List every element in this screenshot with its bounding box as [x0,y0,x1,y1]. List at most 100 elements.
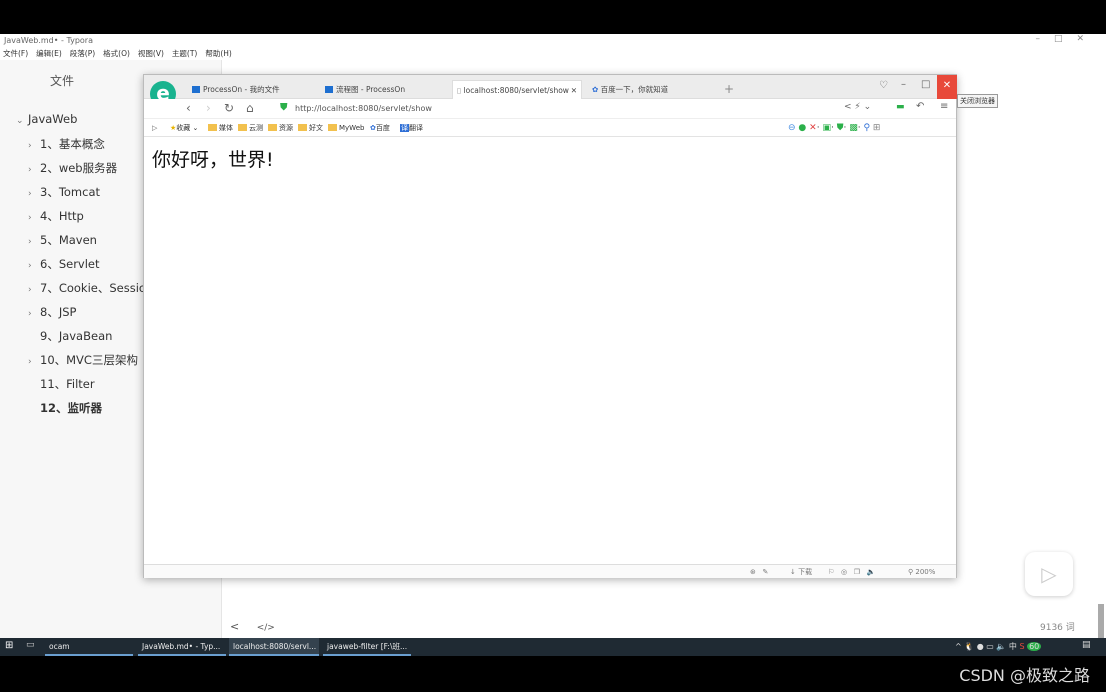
windows-start-icon[interactable]: ⊞ [5,640,13,651]
outline-root[interactable]: ⌄ JavaWeb [16,112,77,126]
outline-label: 2、web服务器 [40,161,118,175]
source-mode-button[interactable]: </> [257,623,275,633]
bookmark-folder[interactable]: 资源 [268,119,293,137]
outline-label: 8、JSP [40,305,77,319]
status-misc-icons[interactable]: ⚐ ◎ ❐ 🔈 [828,565,875,579]
watermark: CSDN @极致之路 [959,666,1090,685]
outline-label: 1、基本概念 [40,137,105,151]
skin-icon[interactable]: ♡ [879,80,888,91]
window-title: JavaWeb.md• - Typora [4,36,93,45]
bookmark-folder[interactable]: 好文 [298,119,323,137]
folder-icon [208,124,217,131]
chevron-right-icon: › [28,213,32,223]
bookmark-translate[interactable]: 译翻译 [400,119,423,137]
home-icon[interactable]: ⌂ [246,101,254,115]
outline-label: 11、Filter [40,377,95,391]
play-icon[interactable]: ▷ [1025,552,1073,596]
folder-icon [238,124,247,131]
outline-item[interactable]: 11、Filter [28,376,95,392]
outline-label: 4、Http [40,209,84,223]
minimize-icon[interactable]: – [901,79,906,90]
extensions-toolbar[interactable]: ⊖ ● ✕· ▣· ⛊· ▩· ⚲ ⊞ [788,119,880,137]
outline-item[interactable]: 9、JavaBean [28,328,112,344]
outline-item[interactable]: › 5、Maven [28,232,97,248]
tab-label: 百度一下，你就知道 [600,85,669,94]
outline-label: 3、Tomcat [40,185,101,199]
new-tab-button[interactable]: + [720,80,734,99]
tab-processon-flow[interactable]: 流程图 - ProcessOn [321,80,446,99]
bookmark-folder[interactable]: 云测 [238,119,263,137]
ime-indicator[interactable]: 中 [1009,642,1017,651]
folder-icon [298,124,307,131]
bookmark-label: 收藏 [176,124,191,132]
status-tools-icons[interactable]: ⊛ ✎ [750,565,773,579]
expand-icon[interactable]: ▷ [152,119,157,137]
back-button[interactable]: < [230,620,239,633]
outline-label: 6、Servlet [40,257,100,271]
chevron-right-icon: › [28,189,32,199]
menu-icon[interactable]: ≡ [940,101,948,112]
outline-label: JavaWeb [28,112,78,126]
menu-theme[interactable]: 主题(T) [172,47,197,60]
bookmark-folder[interactable]: MyWeb [328,119,364,137]
outline-label: 10、MVC三层架构 [40,353,138,367]
window-controls[interactable]: –□✕ [1035,34,1098,44]
outline-item[interactable]: › 1、基本概念 [28,136,105,152]
outline-item[interactable]: › 3、Tomcat [28,184,100,200]
outline-item[interactable]: › 7、Cookie、Session [28,280,153,296]
taskbar-item-ocam[interactable]: ocam [45,638,133,656]
taskbar-item-typora[interactable]: JavaWeb.md• - Typ... [138,638,226,656]
reload-icon[interactable]: ↻ [224,101,234,115]
menu-bar: 文件(F) 编辑(E) 段落(P) 格式(O) 视图(V) 主题(T) 帮助(H… [0,47,232,60]
chevron-right-icon: › [28,357,32,367]
bookmark-favorites[interactable]: ★收藏 ⌄ [170,119,198,137]
menu-paragraph[interactable]: 段落(P) [70,47,95,60]
bookmark-label: MyWeb [339,124,365,132]
battery-icon[interactable]: ▬ [896,102,905,112]
menu-file[interactable]: 文件(F) [3,47,28,60]
bookmark-folder[interactable]: 媒体 [208,119,233,137]
tab-bar: ProcessOn - 我的文件 流程图 - ProcessOn ▯ local… [144,75,957,99]
chevron-right-icon: › [28,309,32,319]
system-tray[interactable]: ^ 🐧 ● ▭ 🔈 中 S 60 [955,641,1042,652]
task-view-icon[interactable]: ▭ [26,640,35,650]
chevron-right-icon: › [28,165,32,175]
outline-item[interactable]: › 6、Servlet [28,256,100,272]
maximize-icon[interactable]: □ [921,79,930,90]
bookmark-label: 百度 [375,124,390,132]
menu-format[interactable]: 格式(O) [103,47,130,60]
tab-localhost[interactable]: ▯ localhost:8080/servlet/show ✕ [452,80,582,99]
outline-item[interactable]: › 2、web服务器 [28,160,117,176]
menu-view[interactable]: 视图(V) [138,47,164,60]
tab-baidu[interactable]: ✿ 百度一下，你就知道 [588,80,718,99]
bookmark-label: 资源 [279,124,293,132]
close-tab-icon[interactable]: ✕ [571,81,577,100]
menu-edit[interactable]: 编辑(E) [36,47,62,60]
bookmark-baidu[interactable]: ✿百度 [370,119,390,137]
outline-item[interactable]: › 10、MVC三层架构 [28,352,138,368]
shield-icon: ⛊ [280,102,288,113]
tab-processon-files[interactable]: ProcessOn - 我的文件 [188,80,313,99]
share-icon[interactable]: < ⚡ ⌄ [844,102,871,112]
taskbar-item-idea[interactable]: javaweb-filter [F:\班... [323,638,411,656]
chevron-right-icon: › [28,237,32,247]
taskbar-item-browser[interactable]: localhost:8080/servl... [229,638,319,656]
download-button[interactable]: ↓ 下载 [790,565,812,579]
sidebar-header: 文件 [50,74,75,88]
zoom-level[interactable]: ⚲ 200% [908,565,935,579]
bookmark-label: 好文 [309,124,323,132]
url-input[interactable]: http://localhost:8080/servlet/show [295,104,432,113]
notification-icon[interactable]: ▤ [1082,640,1091,650]
forward-icon[interactable]: › [206,101,211,115]
tab-label: ProcessOn - 我的文件 [203,85,280,94]
outline-item[interactable]: › 4、Http [28,208,84,224]
back-icon[interactable]: ‹ [186,101,191,115]
outline-item[interactable]: 12、监听器 [28,400,102,416]
undo-icon[interactable]: ↶ [916,101,924,112]
menu-help[interactable]: 帮助(H) [205,47,232,60]
outline-item[interactable]: › 8、JSP [28,304,76,320]
close-browser-button[interactable]: ✕ [937,75,957,99]
download-label: 下载 [798,568,813,576]
scrollbar[interactable] [1098,604,1104,638]
address-bar: ‹ › ↻ ⌂ ⛊ http://localhost:8080/servlet/… [144,99,956,119]
